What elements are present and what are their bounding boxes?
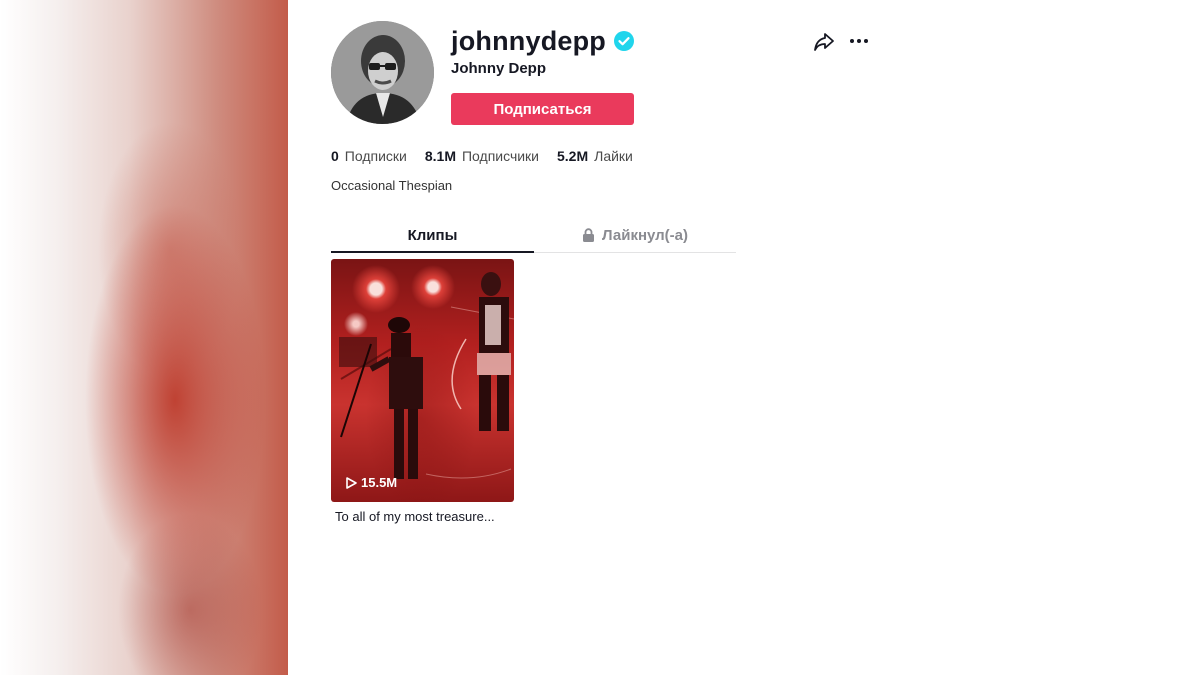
display-name: Johnny Depp <box>451 60 547 77</box>
stat-label: Подписчики <box>461 148 539 164</box>
background-blur <box>0 0 288 675</box>
follow-button[interactable]: Подписаться <box>451 93 634 125</box>
bio: Occasional Thespian <box>331 178 453 193</box>
tab-clips[interactable]: Клипы <box>331 219 534 253</box>
stat-label: Подписки <box>344 148 407 164</box>
video-thumbnail[interactable]: 15.5M <box>331 259 514 502</box>
stat-followers[interactable]: 8.1M Подписчики <box>425 148 539 164</box>
play-icon <box>345 476 357 489</box>
username-row: johnnydepp <box>451 24 634 58</box>
verified-icon <box>613 31 634 51</box>
share-icon[interactable] <box>813 30 835 52</box>
stat-value: 0 <box>331 148 339 164</box>
video-caption[interactable]: To all of my most treasure... <box>335 509 495 524</box>
stat-value: 8.1M <box>424 148 456 164</box>
video-scene <box>339 272 514 479</box>
tab-bar: Клипы Лайкнул(-а) <box>331 219 736 253</box>
tab-label: Лайкнул(-а) <box>601 226 689 244</box>
stat-label: Лайки <box>594 148 633 164</box>
video-views: 15.5M <box>345 475 397 490</box>
tab-liked[interactable]: Лайкнул(-а) <box>534 219 736 251</box>
username: johnnydepp <box>451 25 606 56</box>
stat-value: 5.2M <box>557 148 589 164</box>
avatar-image <box>331 21 434 124</box>
profile-stats: 0 Подписки 8.1M Подписчики 5.2M Лайки <box>331 148 651 164</box>
tab-label: Клипы <box>407 226 458 244</box>
lock-icon <box>582 228 595 242</box>
avatar[interactable] <box>331 21 434 124</box>
stat-following[interactable]: 0 Подписки <box>331 148 407 164</box>
video-views-count: 15.5M <box>361 475 398 490</box>
more-icon[interactable] <box>848 30 870 52</box>
stat-likes: 5.2M Лайки <box>557 148 633 164</box>
